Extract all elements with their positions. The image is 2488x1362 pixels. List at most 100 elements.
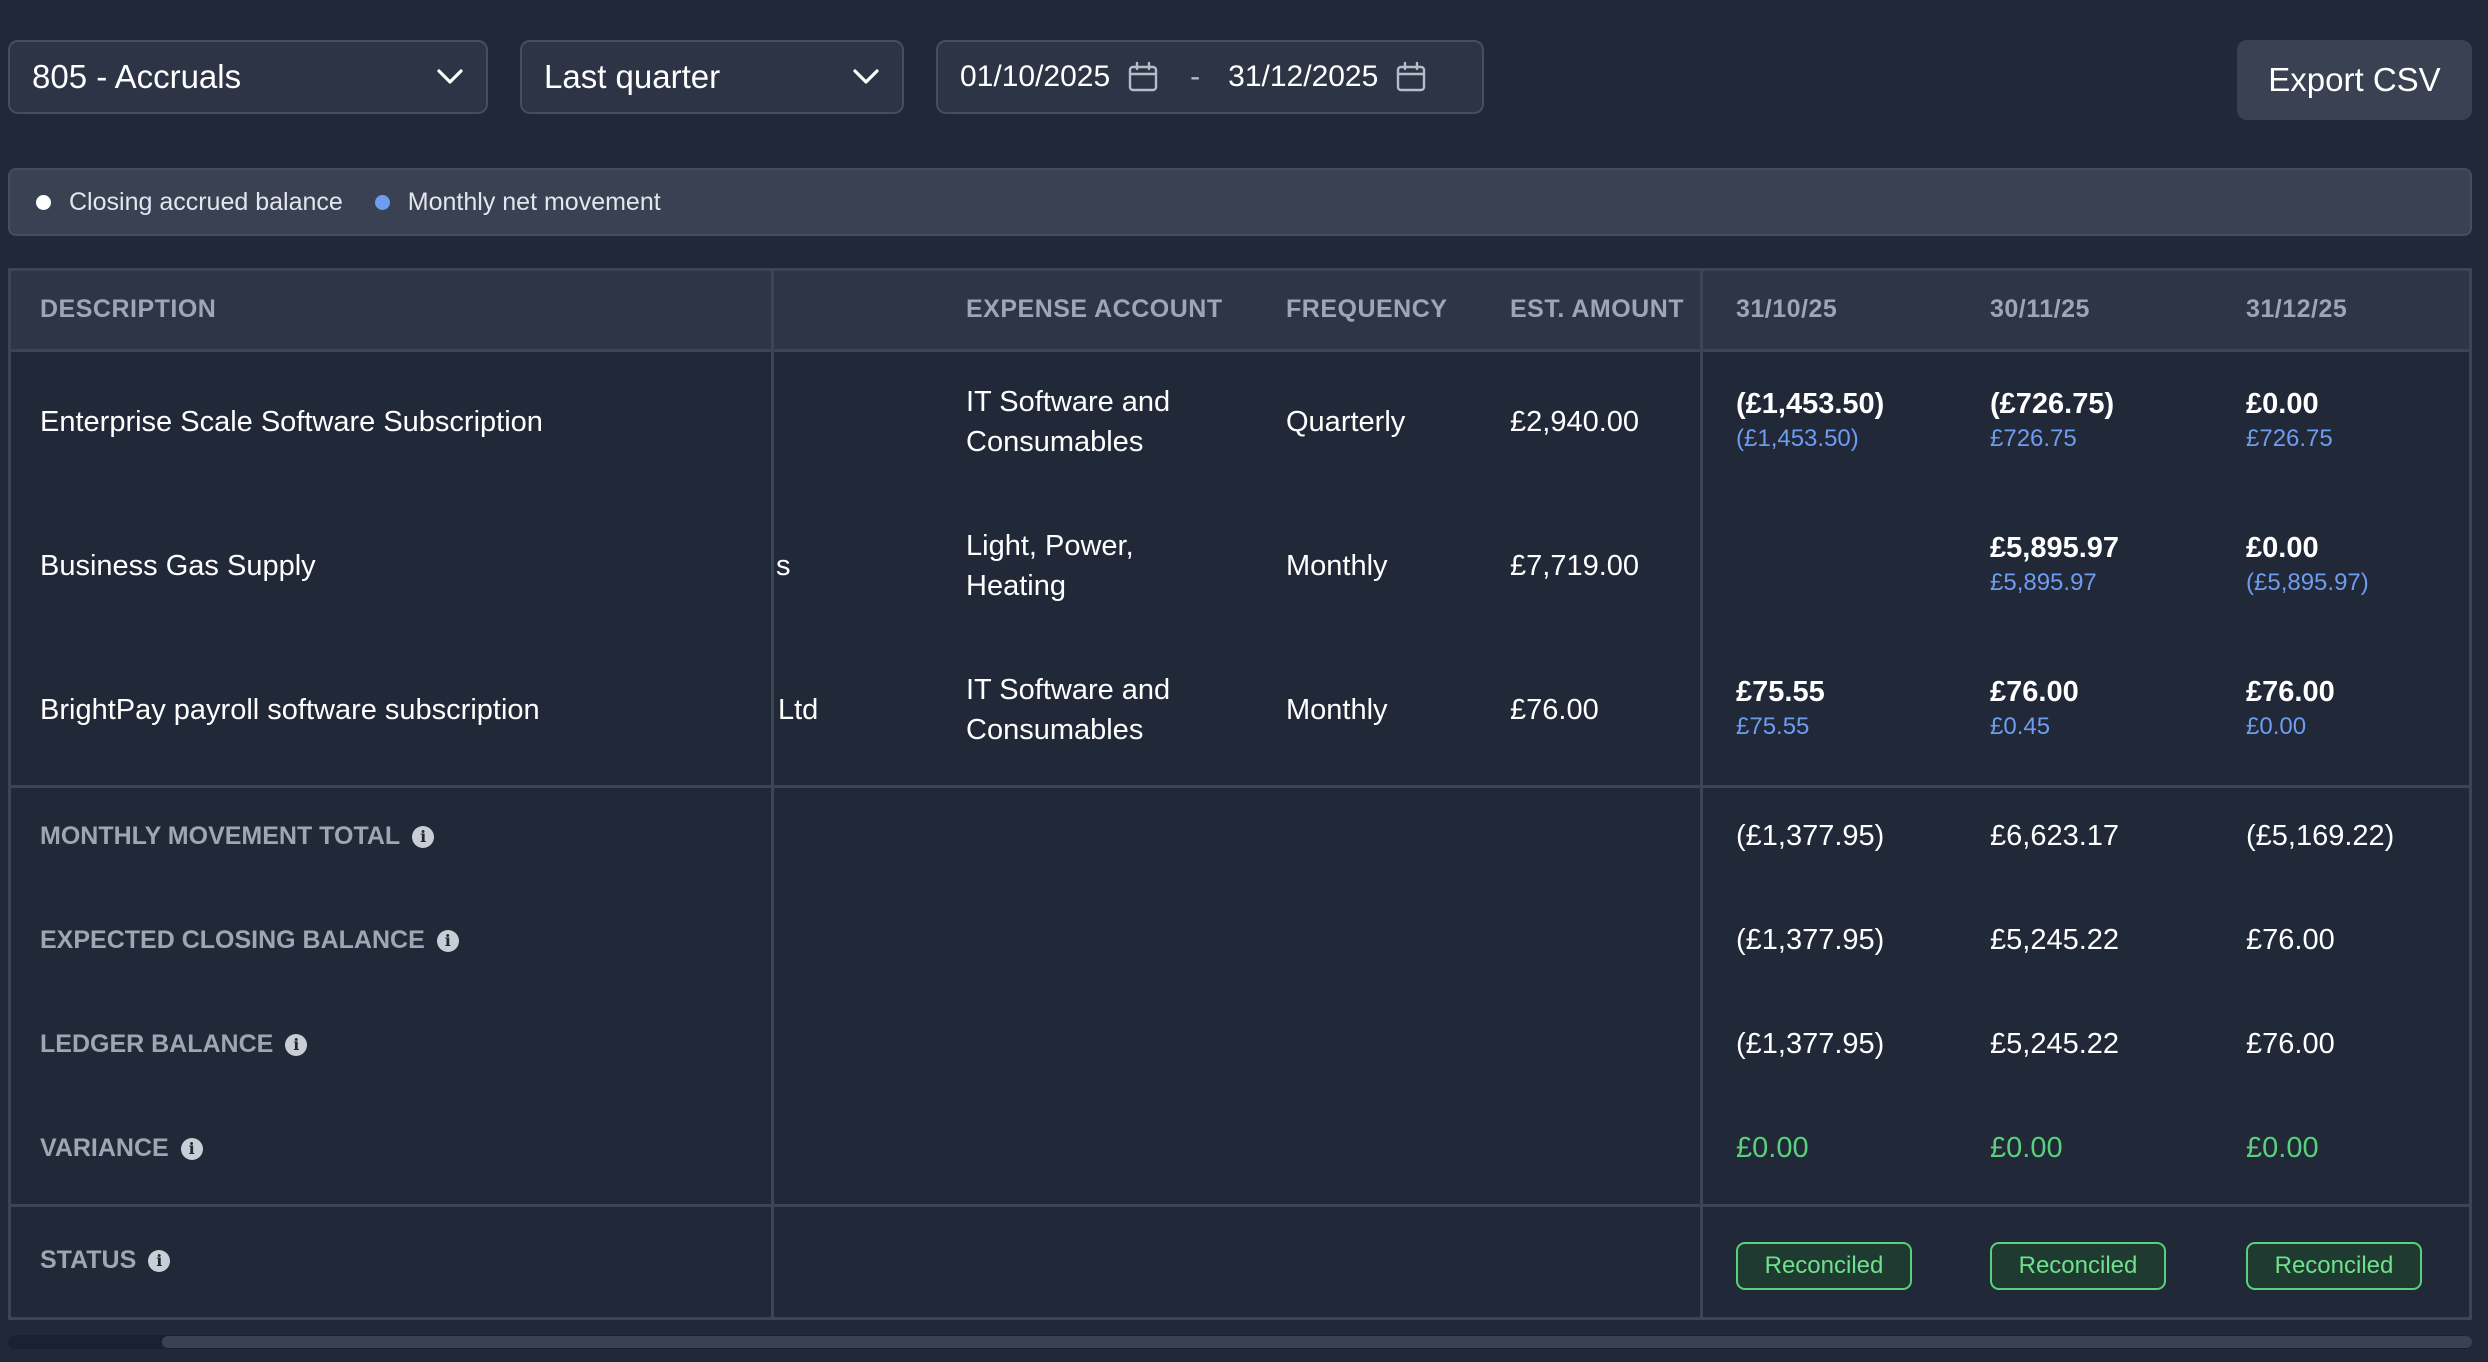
- header-est-amount[interactable]: EST. AMOUNT: [1510, 295, 1684, 324]
- closing-balance: £76.00: [1990, 676, 2079, 708]
- accruals-table: DESCRIPTION EXPENSE ACCOUNT FREQUENCY ES…: [8, 268, 2472, 1320]
- export-csv-button[interactable]: Export CSV: [2237, 40, 2472, 120]
- row-est-amount: £7,719.00: [1510, 550, 1640, 582]
- movement-total-month-1: (£1,377.95): [1736, 820, 1885, 852]
- closing-balance: (£1,453.50): [1736, 388, 1885, 420]
- status-badge-month-2: Reconciled: [1990, 1242, 2166, 1290]
- legend-dot-blue-icon: [374, 194, 390, 210]
- row-est-amount: £76.00: [1510, 694, 1599, 726]
- divider: [8, 1317, 2472, 1320]
- net-movement: £726.75: [2246, 425, 2333, 452]
- row-frequency: Quarterly: [1286, 406, 1406, 438]
- net-movement: (£1,453.50): [1736, 425, 1859, 452]
- info-icon[interactable]: i: [148, 1249, 171, 1272]
- expected-closing-month-3: £76.00: [2246, 924, 2335, 956]
- scrollbar-thumb[interactable]: [162, 1336, 2472, 1348]
- divider: [8, 268, 11, 1320]
- status-badge-month-3: Reconciled: [2246, 1242, 2422, 1290]
- account-select-value: 805 - Accruals: [32, 58, 242, 95]
- closing-balance: £76.00: [2246, 676, 2335, 708]
- chart-legend: Closing accrued balance Monthly net move…: [8, 168, 2472, 236]
- account-select[interactable]: 805 - Accruals: [8, 40, 488, 114]
- divider: [771, 268, 774, 1320]
- closing-balance: (£726.75): [1990, 388, 2115, 420]
- expected-closing-month-1: (£1,377.95): [1736, 924, 1885, 956]
- variance-month-3: £0.00: [2246, 1132, 2319, 1164]
- info-icon[interactable]: i: [436, 929, 459, 952]
- row-description: BrightPay payroll software subscription: [40, 694, 540, 726]
- legend-dot-white-icon: [36, 194, 51, 210]
- divider: [8, 268, 2472, 271]
- expected-closing-month-2: £5,245.22: [1990, 924, 2120, 956]
- net-movement: £75.55: [1736, 713, 1810, 740]
- info-icon[interactable]: i: [180, 1137, 203, 1160]
- date-range-picker[interactable]: 01/10/2025 - 31/12/2025: [936, 40, 1484, 114]
- closing-balance: £75.55: [1736, 676, 1825, 708]
- status-label: STATUS i: [40, 1246, 171, 1275]
- header-expense-account[interactable]: EXPENSE ACCOUNT: [966, 295, 1223, 324]
- ledger-balance-month-3: £76.00: [2246, 1028, 2335, 1060]
- date-to-input[interactable]: 31/12/2025: [1228, 60, 1378, 94]
- net-movement: £5,895.97: [1990, 569, 2097, 596]
- info-icon[interactable]: i: [285, 1033, 308, 1056]
- month-2-values: (£726.75) £726.75: [1990, 388, 2114, 453]
- row-supplier: s: [776, 550, 791, 582]
- chevron-down-icon: [436, 63, 464, 91]
- period-select[interactable]: Last quarter: [520, 40, 904, 114]
- divider: [2469, 268, 2472, 1320]
- header-month-1[interactable]: 31/10/25: [1736, 295, 1837, 324]
- header-month-3[interactable]: 31/12/25: [2246, 295, 2347, 324]
- row-expense-account: Light, Power, Heating: [966, 530, 1134, 602]
- chevron-down-icon: [852, 63, 880, 91]
- divider: [8, 1204, 2472, 1207]
- header-frequency[interactable]: FREQUENCY: [1286, 295, 1447, 324]
- legend-item-movement: Monthly net movement: [374, 188, 661, 217]
- net-movement: (£5,895.97): [2246, 569, 2369, 596]
- row-expense-account: IT Software and Consumables: [966, 674, 1171, 746]
- variance-month-1: £0.00: [1736, 1132, 1809, 1164]
- net-movement: £0.45: [1990, 713, 2051, 740]
- row-est-amount: £2,940.00: [1510, 406, 1640, 438]
- month-1-values: (£1,453.50) (£1,453.50): [1736, 388, 1884, 453]
- month-3-values: £76.00 £0.00: [2246, 676, 2335, 741]
- net-movement: £0.00: [2246, 713, 2307, 740]
- calendar-icon[interactable]: [1126, 60, 1160, 94]
- movement-total-month-3: (£5,169.22): [2246, 820, 2395, 852]
- movement-total-month-2: £6,623.17: [1990, 820, 2120, 852]
- period-select-value: Last quarter: [544, 58, 721, 95]
- table-header: [8, 268, 2472, 350]
- variance-month-2: £0.00: [1990, 1132, 2063, 1164]
- closing-balance: £5,895.97: [1990, 532, 2120, 564]
- header-month-2[interactable]: 30/11/25: [1990, 295, 2090, 324]
- closing-balance: £0.00: [2246, 388, 2319, 420]
- row-expense-account: IT Software and Consumables: [966, 386, 1171, 458]
- date-from-input[interactable]: 01/10/2025: [960, 60, 1110, 94]
- month-2-values: £76.00 £0.45: [1990, 676, 2079, 741]
- header-description[interactable]: DESCRIPTION: [40, 295, 216, 324]
- status-badge-month-1: Reconciled: [1736, 1242, 1912, 1290]
- summary-expected-closing-label: EXPECTED CLOSING BALANCE i: [40, 926, 459, 955]
- ledger-balance-month-2: £5,245.22: [1990, 1028, 2120, 1060]
- row-frequency: Monthly: [1286, 694, 1388, 726]
- row-frequency: Monthly: [1286, 550, 1388, 582]
- summary-movement-total-label: MONTHLY MOVEMENT TOTAL i: [40, 822, 435, 851]
- month-2-values: £5,895.97 £5,895.97: [1990, 532, 2119, 597]
- info-icon[interactable]: i: [412, 825, 435, 848]
- row-description: Business Gas Supply: [40, 550, 316, 582]
- calendar-icon[interactable]: [1394, 60, 1428, 94]
- closing-balance: £0.00: [2246, 532, 2319, 564]
- month-3-values: £0.00 £726.75: [2246, 388, 2333, 453]
- summary-ledger-balance-label: LEDGER BALANCE i: [40, 1030, 308, 1059]
- month-1-values: £75.55 £75.55: [1736, 676, 1825, 741]
- net-movement: £726.75: [1990, 425, 2077, 452]
- divider: [8, 785, 2472, 788]
- summary-variance-label: VARIANCE i: [40, 1134, 203, 1163]
- divider: [1700, 268, 1703, 1320]
- date-separator: -: [1190, 60, 1201, 93]
- ledger-balance-month-1: (£1,377.95): [1736, 1028, 1885, 1060]
- row-supplier: Ltd: [778, 694, 819, 726]
- legend-item-closing: Closing accrued balance: [36, 188, 343, 217]
- month-3-values: £0.00 (£5,895.97): [2246, 532, 2369, 597]
- row-description: Enterprise Scale Software Subscription: [40, 406, 543, 438]
- divider: [8, 349, 2472, 352]
